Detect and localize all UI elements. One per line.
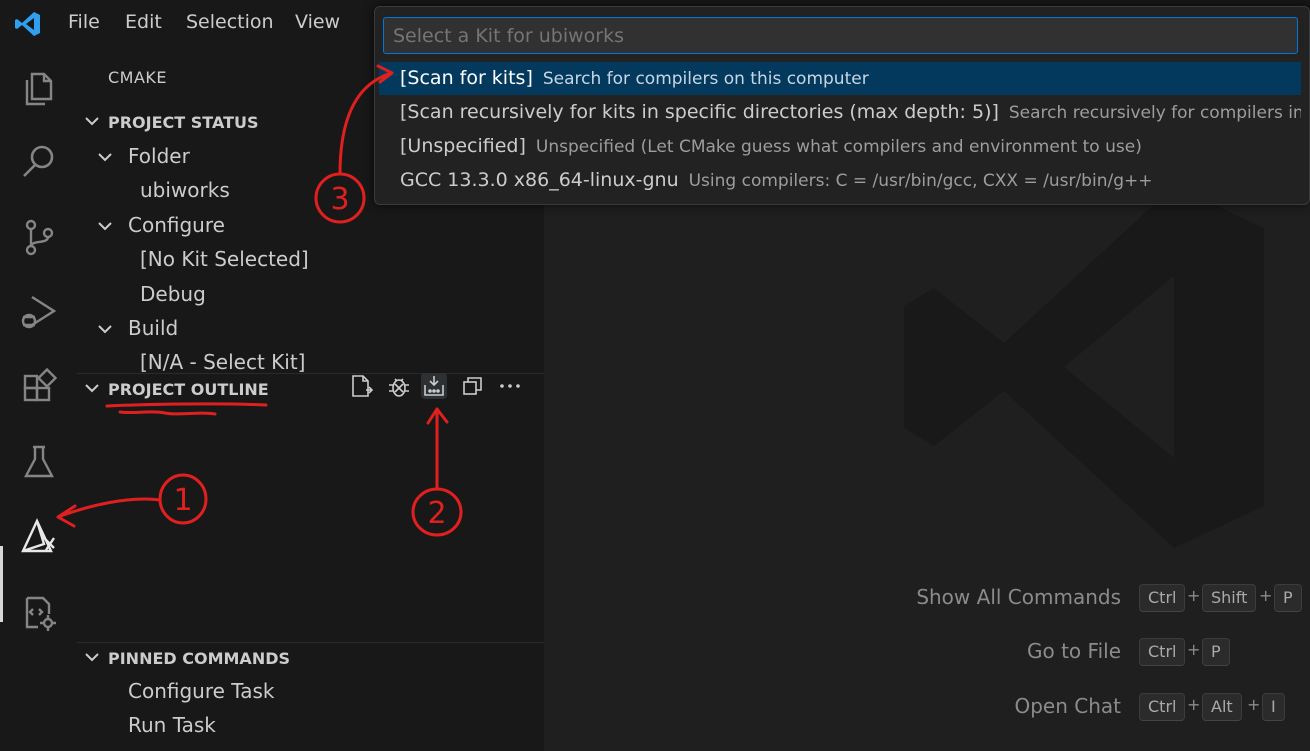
kit-option-scan-recursive[interactable]: [Scan recursively for kits in specific d… <box>379 96 1301 129</box>
debug-icon[interactable] <box>386 373 412 399</box>
chevron-down-icon[interactable] <box>96 148 114 166</box>
testing-icon[interactable] <box>18 441 60 483</box>
tree-item-build[interactable]: Build <box>128 316 178 340</box>
kit-option-label: [Scan for kits] <box>400 67 533 89</box>
tree-item-folder-value[interactable]: ubiworks <box>140 178 230 202</box>
kit-option-description: Using compilers: C = /usr/bin/gcc, CXX =… <box>688 171 1153 191</box>
key-cap: Ctrl <box>1139 638 1186 666</box>
key-cap: Alt <box>1202 693 1242 721</box>
pinned-command-item[interactable]: Configure Task <box>128 679 274 703</box>
kit-option-gcc[interactable]: GCC 13.3.0 x86_64-linux-gnu Using compile… <box>379 164 1301 197</box>
key-cap: Ctrl <box>1139 693 1186 721</box>
chevron-down-icon <box>85 117 99 126</box>
kit-option-description: Search for compilers on this computer <box>542 69 869 89</box>
key-cap: Ctrl <box>1139 584 1186 612</box>
menu-view[interactable]: View <box>295 11 340 33</box>
chevron-down-icon <box>85 653 99 662</box>
kit-option-label: [Unspecified] <box>400 135 526 157</box>
tree-item-kit[interactable]: [No Kit Selected] <box>140 247 309 271</box>
kit-option-scan[interactable]: [Scan for kits] Search for compilers on t… <box>379 62 1301 95</box>
key-plus: + <box>1187 640 1201 659</box>
extensions-icon[interactable] <box>18 367 60 410</box>
shortcut-row: Go to File Ctrl + P <box>544 638 1310 668</box>
menu-edit[interactable]: Edit <box>125 11 162 33</box>
shortcut-row: Open Chat Ctrl + Alt + I <box>544 693 1310 723</box>
kit-search-input[interactable] <box>383 17 1298 54</box>
pinned-commands-header[interactable]: PINNED COMMANDS <box>77 644 544 674</box>
key-cap: P <box>1202 638 1230 666</box>
menu-file[interactable]: File <box>68 11 100 33</box>
kit-option-description: Unspecified (Let CMake guess what compil… <box>535 137 1142 157</box>
shortcut-label: Go to File <box>1027 639 1121 663</box>
explorer-icon[interactable] <box>18 66 60 108</box>
active-indicator <box>0 546 3 622</box>
source-control-icon[interactable] <box>18 216 60 258</box>
key-cap: Shift <box>1202 584 1257 612</box>
section-divider <box>77 642 544 643</box>
more-actions-icon[interactable] <box>497 373 523 399</box>
kit-option-unspecified[interactable]: [Unspecified] Unspecified (Let CMake gues… <box>379 130 1301 163</box>
key-plus: + <box>1247 695 1261 714</box>
collapse-all-icon[interactable] <box>460 373 486 399</box>
chevron-down-icon[interactable] <box>96 320 114 338</box>
chevron-down-icon[interactable] <box>96 217 114 235</box>
pinned-command-item[interactable]: Run Task <box>128 713 216 737</box>
sidebar-title: CMAKE <box>108 68 168 87</box>
search-icon[interactable] <box>18 140 60 182</box>
tree-item-build-target[interactable]: [N/A - Select Kit] <box>140 350 306 374</box>
shortcut-label: Open Chat <box>1014 694 1121 718</box>
key-plus: + <box>1187 695 1201 714</box>
project-status-label: PROJECT STATUS <box>108 113 259 132</box>
kit-option-description: Search recursively for compilers in … <box>1008 103 1301 123</box>
new-file-icon[interactable] <box>348 373 374 399</box>
shortcut-label: Show All Commands <box>916 585 1121 609</box>
tree-item-configure[interactable]: Configure <box>128 213 225 237</box>
kit-option-label: GCC 13.3.0 x86_64-linux-gnu <box>400 169 679 191</box>
kit-option-label: [Scan recursively for kits in specific d… <box>400 101 999 123</box>
vscode-logo-icon <box>15 12 40 36</box>
run-debug-icon[interactable] <box>18 291 60 333</box>
key-plus: + <box>1259 586 1273 605</box>
vscode-watermark-icon <box>904 186 1264 548</box>
pinned-commands-label: PINNED COMMANDS <box>108 649 291 668</box>
project-outline-label: PROJECT OUTLINE <box>108 380 269 399</box>
tree-item-build-type[interactable]: Debug <box>140 282 206 306</box>
build-all-icon[interactable] <box>421 373 447 399</box>
kit-quick-pick: [Scan for kits] Search for compilers on t… <box>374 6 1310 205</box>
key-cap: P <box>1274 584 1302 612</box>
tree-item-folder[interactable]: Folder <box>128 144 190 168</box>
menu-selection[interactable]: Selection <box>186 11 274 33</box>
shortcut-row: Show All Commands Ctrl + Shift + P <box>544 584 1310 614</box>
chevron-down-icon <box>85 384 99 393</box>
key-cap: I <box>1262 693 1285 721</box>
activity-bar <box>0 46 77 751</box>
cmake-icon[interactable] <box>18 516 60 558</box>
remote-settings-icon[interactable] <box>18 592 60 634</box>
key-plus: + <box>1187 586 1201 605</box>
